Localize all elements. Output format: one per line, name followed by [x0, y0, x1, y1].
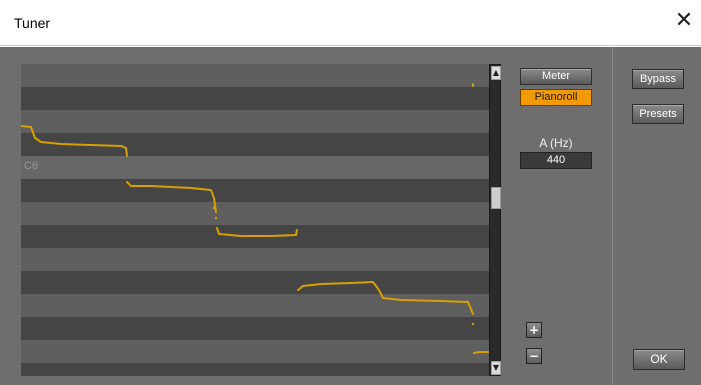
- piano-roll: C6: [21, 64, 489, 376]
- hz-field[interactable]: 440: [520, 152, 592, 169]
- pitch-trace: [21, 83, 489, 354]
- close-icon[interactable]: ✕: [671, 8, 697, 34]
- zoom-in-icon[interactable]: +: [526, 322, 542, 338]
- pitch-segment: [216, 227, 298, 237]
- pianoroll-button[interactable]: Pianoroll: [520, 89, 592, 106]
- title-bar: Tuner ✕: [0, 0, 701, 46]
- presets-button[interactable]: Presets: [632, 104, 684, 124]
- zoom-out-icon[interactable]: −: [526, 348, 542, 364]
- scroll-down-icon[interactable]: ▼: [491, 361, 501, 375]
- pitch-segment: [126, 181, 217, 213]
- scroll-up-icon[interactable]: ▲: [491, 66, 501, 80]
- pitch-segment: [297, 280, 474, 315]
- tuner-body: C6 ▲ ▼ Meter Pianoroll A (Hz) 440 + − By…: [0, 47, 701, 385]
- hz-label: A (Hz): [539, 136, 573, 150]
- pitch-segment: [21, 125, 128, 157]
- bypass-button[interactable]: Bypass: [632, 69, 684, 89]
- window-title: Tuner: [14, 15, 51, 31]
- roll-scrollbar[interactable]: ▲ ▼: [489, 64, 501, 376]
- pitch-segment: [473, 351, 489, 354]
- meter-button[interactable]: Meter: [520, 68, 592, 85]
- right-panel: Bypass Presets OK: [612, 47, 701, 385]
- ok-button[interactable]: OK: [633, 349, 685, 370]
- scroll-thumb[interactable]: [491, 187, 501, 209]
